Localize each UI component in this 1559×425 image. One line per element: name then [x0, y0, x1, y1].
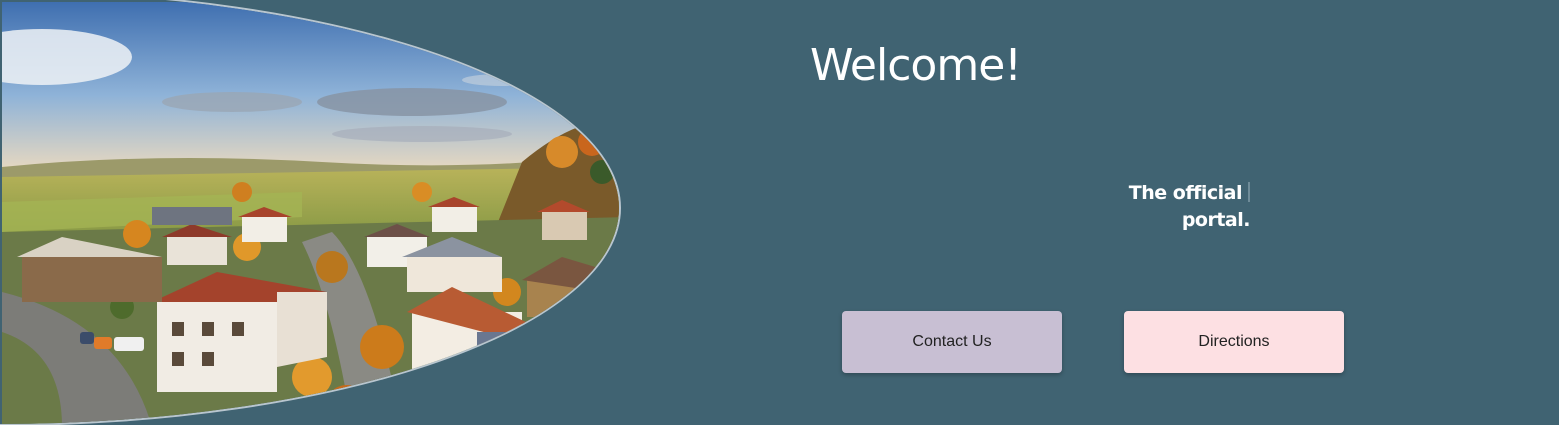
- welcome-heading: Welcome!: [810, 40, 1022, 91]
- directions-button[interactable]: Directions: [1124, 311, 1344, 373]
- hero-image-frame: [0, 0, 621, 425]
- subtitle-line-1: The official: [1128, 182, 1243, 204]
- typing-cursor: [1248, 182, 1250, 202]
- hero-section: Welcome! The official portal. Contact Us…: [0, 0, 1559, 425]
- subtitle-line-2: portal.: [1181, 209, 1251, 231]
- village-photo: [2, 2, 619, 424]
- contact-us-button[interactable]: Contact Us: [842, 311, 1062, 373]
- hero-subtitle: The official portal.: [1100, 180, 1251, 234]
